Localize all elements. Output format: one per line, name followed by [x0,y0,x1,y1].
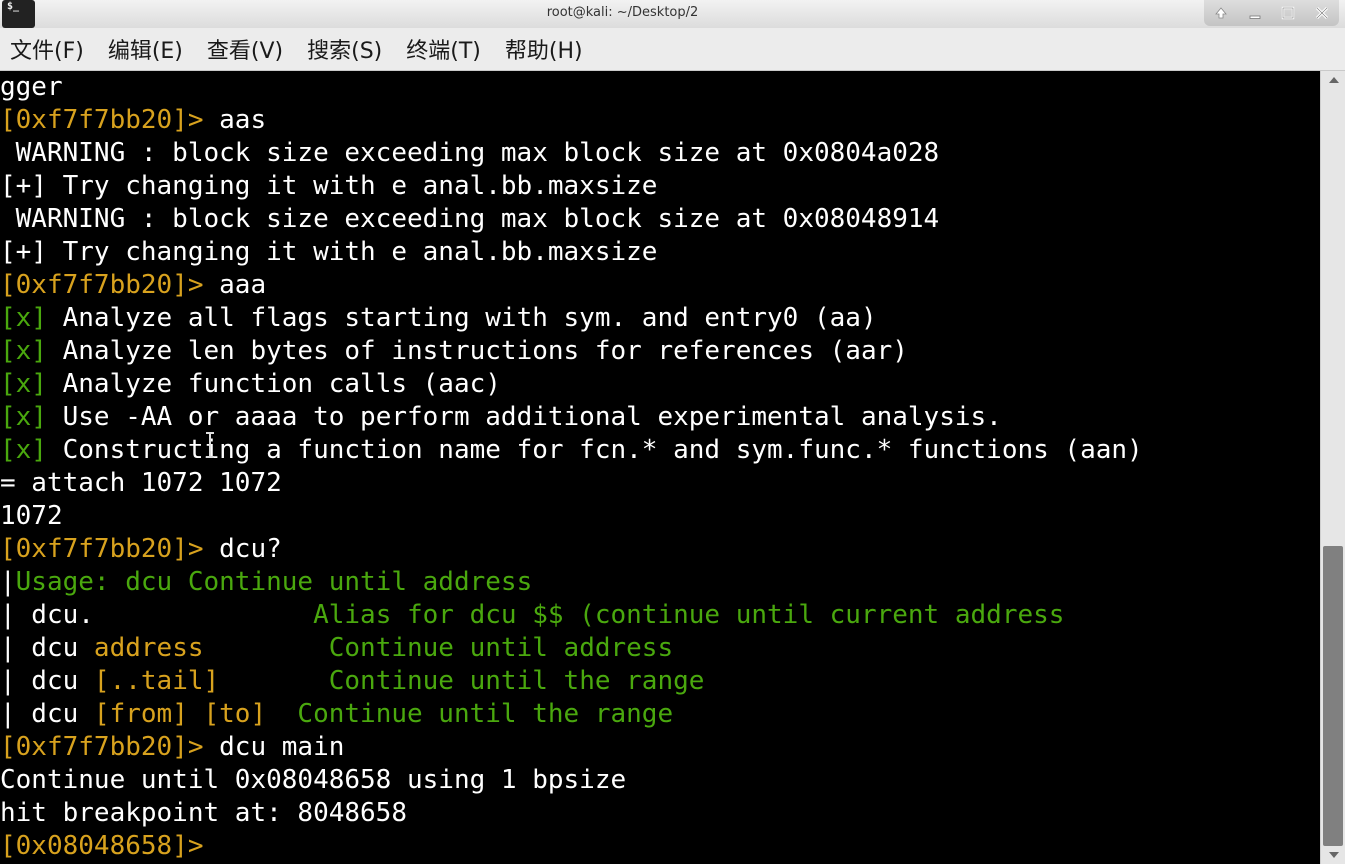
terminal-text-segment: gger [0,72,63,102]
terminal-text-segment: WARNING : block size exceeding max block… [0,204,940,234]
terminal-text-segment: Analyze len bytes of instructions for re… [46,336,908,366]
minimize-icon[interactable] [1243,3,1267,23]
terminal-text-segment: hit breakpoint at: 8048658 [0,798,407,828]
terminal-text-segment: = attach 1072 1072 [0,468,282,498]
terminal-text-segment: | dcu. [0,600,314,630]
menu-help[interactable]: 帮助(H) [505,33,583,65]
terminal-line: hit breakpoint at: 8048658 [0,797,1320,830]
terminal-text-segment: WARNING : block size exceeding max block… [0,138,940,168]
terminal-text-segment: dcu main [219,732,345,762]
menu-view[interactable]: 查看(V) [207,33,283,65]
scrollbar-thumb[interactable] [1323,546,1343,846]
terminal-text-segment: | dcu [0,633,94,663]
terminal-text-segment: [0xf7f7bb20]> [0,105,220,135]
terminal-line: [0xf7f7bb20]> dcu main [0,731,1320,764]
terminal-text-segment: 1072 [0,501,63,531]
terminal-text-segment: [x] [0,435,47,465]
terminal-text-segment: address [93,633,204,663]
terminal-text-segment: | [0,567,16,597]
terminal-line: [x] Constructing a function name for fcn… [0,434,1320,467]
terminal-text-segment: [x] [0,336,47,366]
terminal-line: |Usage: dcu Continue until address [0,566,1320,599]
terminal-line: | dcu [from] [to] Continue until the ran… [0,698,1320,731]
terminal-text-segment: Continue until the range [328,666,705,696]
menu-bar: 文件(F) 编辑(E) 查看(V) 搜索(S) 终端(T) 帮助(H) [0,28,1345,71]
terminal-line: [0xf7f7bb20]> aaa [0,269,1320,302]
terminal-text-segment: Use -AA or aaaa to perform additional ex… [46,402,1002,432]
terminal-text-segment: Continue until address [328,633,674,663]
arrow-up-icon[interactable] [1209,3,1233,23]
vertical-scrollbar[interactable] [1320,71,1345,864]
terminal-text-segment: aas [219,105,267,135]
terminal-text-segment: [0x08048658]> [0,831,220,861]
terminal-text-segment: [0xf7f7bb20]> [0,270,220,300]
terminal-line: [x] Analyze all flags starting with sym.… [0,302,1320,335]
terminal-text-segment: Continue until 0x08048658 using 1 bpsize [0,765,627,795]
title-bar[interactable]: $_ root@kali: ~/Desktop/2 [0,0,1345,28]
terminal-line: | dcu address Continue until address [0,632,1320,665]
window-title: root@kali: ~/Desktop/2 [546,5,699,20]
terminal-line: [+] Try changing it with e anal.bb.maxsi… [0,170,1320,203]
terminal-text-segment: [0xf7f7bb20]> [0,732,220,762]
terminal-text-segment: [..tail] [93,666,220,696]
terminal-text-segment: Alias for dcu $$ (continue until current… [313,600,1065,630]
scroll-down-arrow-icon[interactable] [1321,846,1345,864]
terminal-output[interactable]: gger [0xf7f7bb20]> aas WARNING : block si… [0,71,1320,864]
terminal-text-segment: [+] Try changing it with e anal.bb.maxsi… [0,171,658,201]
terminal-line: = attach 1072 1072 [0,467,1320,500]
terminal-text-segment: dcu? [219,534,282,564]
terminal-text-segment: [x] [0,369,47,399]
scroll-up-arrow-icon[interactable] [1321,71,1345,89]
terminal-window: $_ root@kali: ~/Desktop/2 文件(F) 编辑(E) 查看… [0,0,1345,864]
terminal-line: WARNING : block size exceeding max block… [0,137,1320,170]
maximize-icon[interactable] [1276,3,1300,23]
terminal-line: | dcu. Alias for dcu $$ (continue until … [0,599,1320,632]
terminal-text-segment: [x] [0,402,47,432]
terminal-text-segment: Analyze function calls (aac) [46,369,501,399]
menu-edit[interactable]: 编辑(E) [108,33,183,65]
text-cursor-icon [206,432,214,458]
terminal-line: [+] Try changing it with e anal.bb.maxsi… [0,236,1320,269]
terminal-text-segment: [x] [0,303,47,333]
menu-search[interactable]: 搜索(S) [307,33,382,65]
terminal-line: gger [0,71,1320,104]
terminal-line: | dcu [..tail] Continue until the range [0,665,1320,698]
terminal-text-segment: aaa [219,270,267,300]
close-icon[interactable] [1310,3,1334,23]
menu-terminal[interactable]: 终端(T) [406,33,481,65]
terminal-text-segment: Analyze all flags starting with sym. and… [46,303,877,333]
terminal-line: 1072 [0,500,1320,533]
terminal-text-segment: [+] Try changing it with e anal.bb.maxsi… [0,237,658,267]
terminal-line: [0x08048658]> [0,830,1320,863]
terminal-line: [0xf7f7bb20]> aas [0,104,1320,137]
terminal-line: [x] Analyze len bytes of instructions fo… [0,335,1320,368]
window-controls [1204,0,1339,26]
terminal-line: [x] Use -AA or aaaa to perform additiona… [0,401,1320,434]
terminal-text-segment: | dcu [0,666,94,696]
terminal-text-segment: Usage: dcu Continue until address [15,567,533,597]
terminal-line: WARNING : block size exceeding max block… [0,203,1320,236]
terminal-line: Continue until 0x08048658 using 1 bpsize [0,764,1320,797]
terminal-text-segment: Continue until the range [297,699,674,729]
terminal-text-segment: [from] [to] [93,699,267,729]
terminal-text-segment: | dcu [0,699,94,729]
terminal-line: [0xf7f7bb20]> dcu? [0,533,1320,566]
menu-file[interactable]: 文件(F) [10,33,84,65]
terminal-text-segment: [0xf7f7bb20]> [0,534,220,564]
terminal-line: [x] Analyze function calls (aac) [0,368,1320,401]
